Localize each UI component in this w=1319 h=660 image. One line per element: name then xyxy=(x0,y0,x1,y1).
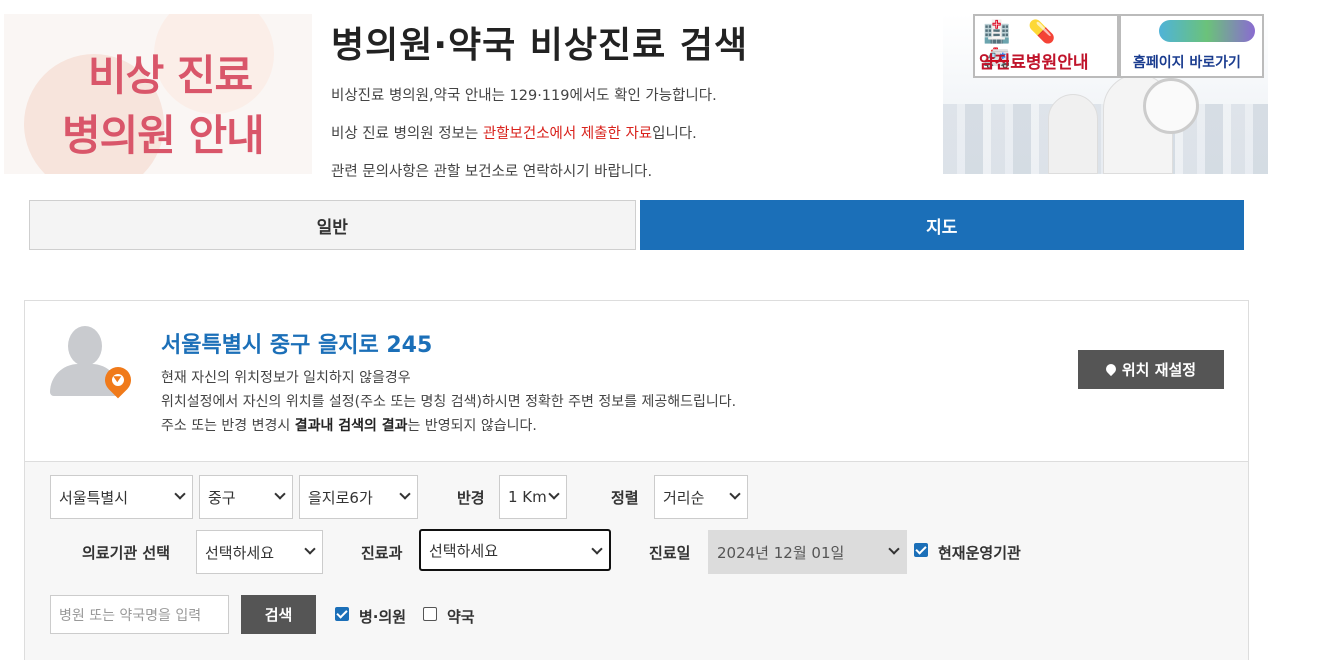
location-note2: 위치설정에서 자신의 위치를 설정(주소 또는 명칭 검색)하시면 정확한 주변… xyxy=(161,394,737,410)
chevron-down-icon xyxy=(729,488,741,500)
radius-value: 1 Km xyxy=(508,488,547,506)
description-line3: 관련 문의사항은 관할 보건소로 연락하시기 바랍니다. xyxy=(331,164,653,180)
description-line2: 비상 진료 병의원 정보는 관할보건소에서 제출한 자료입니다. xyxy=(331,122,697,143)
chevron-down-icon xyxy=(304,543,316,555)
district-select[interactable]: 중구 xyxy=(199,475,293,519)
hospital-checkbox[interactable] xyxy=(335,607,349,621)
date-label: 진료일 xyxy=(649,544,691,562)
page-title: 병의원·약국 비상진료 검색 xyxy=(331,25,749,66)
banner-emergency-care: 비상 진료 병의원 안내 xyxy=(4,14,312,174)
sort-select[interactable]: 거리순 xyxy=(654,475,748,519)
hospital-label: 병·의원 xyxy=(359,608,407,626)
banner-text-line2: 병의원 안내 xyxy=(62,111,265,160)
institution-value: 선택하세요 xyxy=(205,543,275,562)
note-bold: 결과내 검색의 결과 xyxy=(294,418,408,434)
reset-location-button[interactable]: 위치 재설정 xyxy=(1078,350,1224,389)
chevron-down-icon xyxy=(174,488,186,500)
radius-label: 반경 xyxy=(457,489,485,507)
description-highlight: 관할보건소에서 제출한 자료 xyxy=(482,126,653,142)
sort-label: 정렬 xyxy=(611,489,639,507)
chevron-down-icon xyxy=(274,488,286,500)
description-line1: 비상진료 병의원,약국 안내는 129·119에서도 확인 가능합니다. xyxy=(331,88,717,104)
institution-select[interactable]: 선택하세요 xyxy=(196,530,323,574)
banner-text-line1: 비상 진료 xyxy=(88,51,253,100)
operating-label: 현재운영기관 xyxy=(938,544,1021,562)
map-pin-icon xyxy=(1103,361,1118,376)
radius-select[interactable]: 1 Km xyxy=(499,475,567,519)
dong-select[interactable]: 을지로6가 xyxy=(299,475,418,519)
homepage-logo-icon xyxy=(1159,20,1255,42)
current-address: 서울특별시 중구 을지로 245 xyxy=(161,333,433,358)
department-label: 진료과 xyxy=(361,544,403,562)
institution-label: 의료기관 선택 xyxy=(82,544,171,562)
note-text: 는 반영되지 않습니다. xyxy=(407,418,537,434)
department-select[interactable]: 선택하세요 xyxy=(419,529,611,571)
operating-checkbox[interactable] xyxy=(914,543,928,557)
date-value: 2024년 12월 01일 xyxy=(717,543,845,562)
homepage-link[interactable]: 홈페이지 바로가기 xyxy=(1119,14,1264,78)
chevron-down-icon xyxy=(888,543,900,555)
pharmacy-checkbox[interactable] xyxy=(423,607,437,621)
location-area: 서울특별시 중구 을지로 245 현재 자신의 위치정보가 일치하지 않을경우 … xyxy=(25,301,1248,461)
doctor-illustration xyxy=(1048,94,1098,174)
tab-bar: 일반 지도 xyxy=(29,200,1244,250)
homepage-label: 홈페이지 바로가기 xyxy=(1133,55,1241,71)
city-value: 서울특별시 xyxy=(59,488,129,507)
cancer-hospital-link[interactable]: 🏥💊🚑 암진료병원안내 xyxy=(973,14,1119,78)
cancer-hospital-label: 암진료병원안내 xyxy=(979,53,1089,73)
chevron-down-icon xyxy=(591,543,603,555)
chevron-down-icon xyxy=(548,488,560,500)
filter-area: 서울특별시 중구 을지로6가 반경 1 Km 정렬 거리순 의료기관 선택 선택… xyxy=(25,461,1248,660)
tab-general[interactable]: 일반 xyxy=(29,200,636,250)
department-value: 선택하세요 xyxy=(429,541,499,560)
description-text: 입니다. xyxy=(652,126,697,142)
search-button[interactable]: 검색 xyxy=(241,595,316,634)
description-text: 비상 진료 병의원 정보는 xyxy=(331,126,483,142)
note-text: 주소 또는 반경 변경시 xyxy=(161,418,295,434)
tab-map[interactable]: 지도 xyxy=(639,200,1244,250)
banner-right: 🏥💊🚑 암진료병원안내 홈페이지 바로가기 xyxy=(943,14,1268,174)
district-value: 중구 xyxy=(208,488,236,507)
date-select[interactable]: 2024년 12월 01일 xyxy=(708,530,907,574)
location-note1: 현재 자신의 위치정보가 일치하지 않을경우 xyxy=(161,370,411,386)
pharmacy-label: 약국 xyxy=(447,608,475,626)
sort-value: 거리순 xyxy=(663,488,705,507)
location-note3: 주소 또는 반경 변경시 결과내 검색의 결과는 반영되지 않습니다. xyxy=(161,415,537,435)
clock-icon xyxy=(1143,78,1199,134)
search-input[interactable]: 병원 또는 약국명을 입력 xyxy=(50,595,229,634)
dong-value: 을지로6가 xyxy=(308,488,373,507)
city-select[interactable]: 서울특별시 xyxy=(50,475,193,519)
reset-location-label: 위치 재설정 xyxy=(1121,361,1197,379)
chevron-down-icon xyxy=(399,488,411,500)
search-panel: 서울특별시 중구 을지로 245 현재 자신의 위치정보가 일치하지 않을경우 … xyxy=(24,300,1249,660)
